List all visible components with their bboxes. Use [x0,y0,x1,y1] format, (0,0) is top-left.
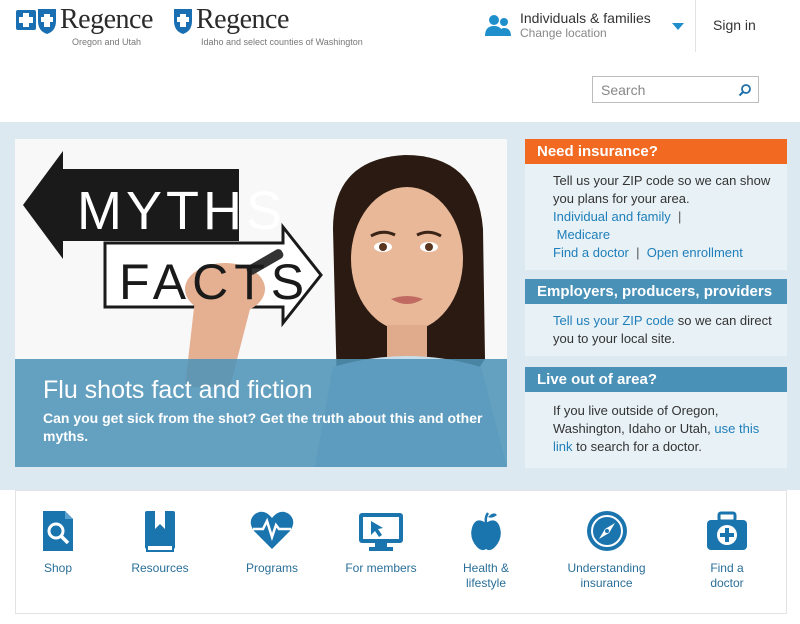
brand-region: Idaho and select counties of Washington [201,37,363,47]
compass-icon [586,511,627,551]
main-feature-area: MYTHS FACTS Flu shots fact and fiction C… [0,122,800,490]
bookmark-book-icon [145,511,175,552]
nav-label: Health & lifestyle [462,561,510,590]
search-input[interactable] [593,77,728,102]
apple-icon [471,512,501,551]
nav-shop[interactable]: Shop [28,509,88,576]
audience-selector[interactable]: Individuals & families Change location [484,10,692,46]
panel-text-end: to search for a doctor. [576,439,702,454]
medical-kit-icon [707,511,747,550]
panel-title: Need insurance? [525,139,787,164]
people-icon [485,15,511,36]
sign-in-link[interactable]: Sign in [713,17,756,33]
chevron-down-icon [672,23,684,30]
monitor-cursor-icon [359,513,403,551]
nav-find-doctor[interactable]: Find a doctor [698,509,756,591]
employers-panel: Employers, producers, providers Tell us … [525,279,787,356]
individual-family-link[interactable]: Individual and family [553,209,671,224]
panel-body: Tell us your ZIP code so we can direct y… [525,304,787,356]
panel-body: If you live outside of Oregon, Washingto… [525,392,787,468]
shop-icon [43,511,73,551]
brand-regence-oregon-utah[interactable]: Regence Oregon and Utah [14,4,153,54]
medicare-link[interactable]: Medicare [557,227,610,242]
nav-label: Shop [43,561,73,575]
nav-for-members[interactable]: For members [341,509,421,576]
nav-label: Find a doctor [710,561,744,590]
brand-name: Regence [196,4,289,35]
nav-label: Understanding insurance [567,561,646,590]
hero-banner[interactable]: MYTHS FACTS Flu shots fact and fiction C… [15,139,507,467]
panel-title: Live out of area? [525,367,787,392]
nav-understanding-insurance[interactable]: Understanding insurance [559,509,654,591]
search-icon[interactable] [738,83,752,97]
zip-code-link[interactable]: Tell us your ZIP code [553,313,674,328]
facts-text: FACTS [119,254,310,310]
brand-region: Oregon and Utah [72,37,142,47]
brand-regence-idaho-washington[interactable]: Regence Idaho and select counties of Was… [172,4,363,54]
search-box [592,76,759,103]
find-doctor-link[interactable]: Find a doctor [553,245,629,260]
audience-title: Individuals & families [520,10,651,26]
blue-cross-blue-shield-logo-icon [16,9,56,34]
link-separator: | [636,245,640,260]
nav-resources[interactable]: Resources [123,509,197,576]
panel-text: If you live outside of Oregon, Washingto… [553,403,719,436]
open-enrollment-link[interactable]: Open enrollment [647,245,743,260]
nav-health-lifestyle[interactable]: Health & lifestyle [456,509,516,591]
need-insurance-panel: Need insurance? Tell us your ZIP code so… [525,139,787,270]
panel-text: Tell us your ZIP code so we can show you… [553,173,771,206]
site-header: Regence Oregon and Utah Regence Idaho an… [0,0,800,122]
nav-label: Programs [245,561,298,575]
heart-pulse-icon [250,511,294,549]
change-location-label: Change location [520,26,607,40]
nav-programs[interactable]: Programs [238,509,306,576]
hero-caption[interactable]: Flu shots fact and fiction Can you get s… [15,359,507,467]
blue-shield-logo-icon [174,9,192,34]
link-separator: | [678,209,682,224]
panel-title: Employers, producers, providers [525,279,787,304]
panel-body: Tell us your ZIP code so we can show you… [525,164,787,270]
hero-description: Can you get sick from the shot? Get the … [43,410,483,444]
brand-name: Regence [60,4,153,35]
nav-label: Resources [131,561,189,575]
nav-label: For members [345,561,417,575]
quick-links-nav: Shop Resources Programs For members Heal… [15,490,787,614]
out-of-area-panel: Live out of area? If you live outside of… [525,367,787,468]
header-divider [695,0,696,52]
myths-text: MYTHS [77,181,286,241]
hero-title: Flu shots fact and fiction [43,376,313,404]
